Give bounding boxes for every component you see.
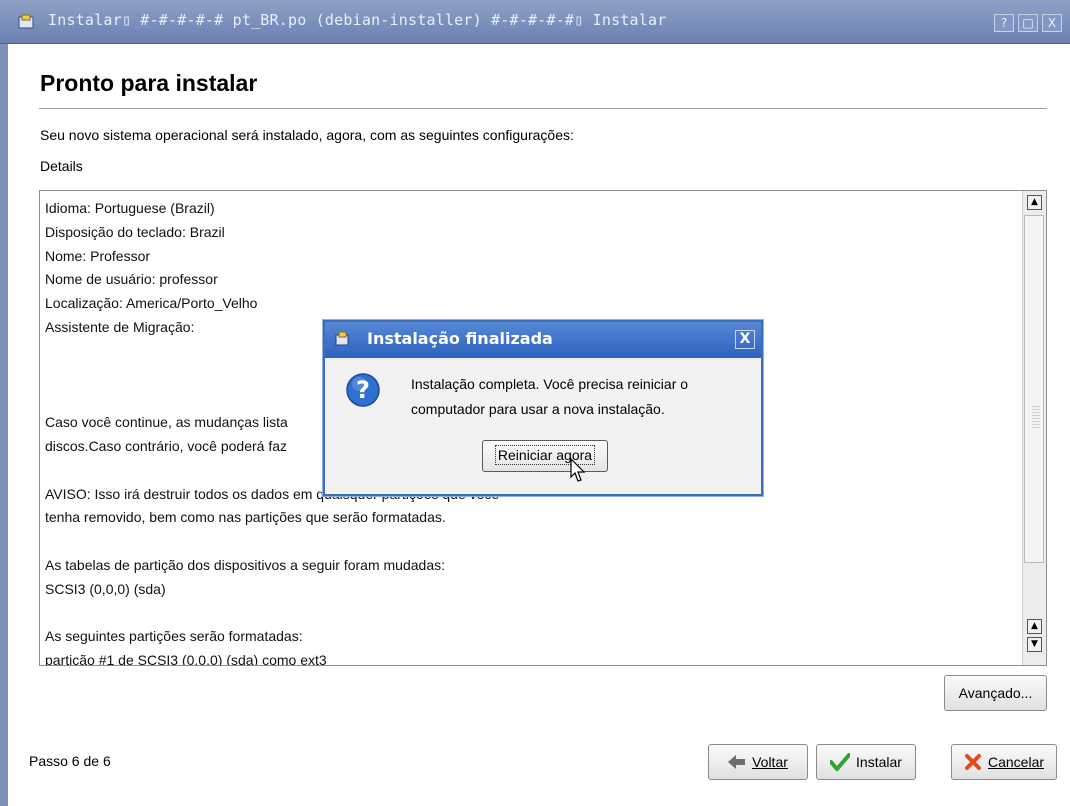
question-icon: ? [346, 373, 380, 407]
window-close-button[interactable]: X [1042, 14, 1062, 32]
install-button-label: Instalar [856, 754, 902, 770]
details-scrollbar[interactable]: ▲ ▲ ▼ [1022, 191, 1046, 665]
cancel-button[interactable]: Cancelar [951, 744, 1057, 780]
window-title: Instalar▯ #-#-#-#-# pt_BR.po (debian-ins… [48, 11, 667, 29]
mouse-pointer-icon [570, 458, 586, 482]
checkmark-icon [830, 753, 851, 771]
restart-now-button[interactable]: Reiniciar agora [482, 440, 608, 472]
cancel-x-icon [964, 754, 981, 770]
installation-finished-dialog[interactable]: Instalação finalizada X ? Instalação com… [323, 320, 763, 496]
dialog-message: Instalação completa. Você precisa reinic… [411, 376, 689, 417]
intro-text: Seu novo sistema operacional será instal… [40, 127, 574, 143]
back-arrow-icon [728, 755, 746, 769]
cancel-button-label: Cancelar [987, 754, 1045, 770]
scroll-down-arrow-icon[interactable]: ▼ [1027, 637, 1042, 652]
scrollbar-thumb[interactable] [1024, 215, 1044, 563]
window-frame [0, 44, 8, 806]
step-indicator: Passo 6 de 6 [29, 753, 111, 769]
dialog-titlebar[interactable]: Instalação finalizada X [325, 322, 761, 358]
details-label: Details [40, 158, 83, 174]
scroll-up-arrow-icon[interactable]: ▲ [1027, 195, 1042, 210]
installer-app-icon-small [335, 331, 349, 346]
advanced-button-label: Avançado... [958, 685, 1033, 701]
scroll-up-arrow-icon-bottom[interactable]: ▲ [1027, 619, 1042, 634]
maximize-button[interactable]: □ [1018, 14, 1038, 32]
advanced-button[interactable]: Avançado... [944, 675, 1047, 711]
install-button[interactable]: Instalar [816, 744, 916, 780]
title-divider [39, 108, 1047, 109]
dialog-close-button[interactable]: X [735, 330, 755, 349]
scrollbar-grip [1032, 406, 1040, 430]
back-button-label: Voltar [752, 754, 788, 770]
page-title: Pronto para instalar [40, 70, 258, 96]
installer-app-icon [18, 14, 34, 29]
back-button[interactable]: Voltar [708, 744, 808, 780]
svg-text:?: ? [356, 376, 370, 404]
help-button[interactable]: ? [994, 14, 1014, 32]
dialog-title: Instalação finalizada [367, 329, 553, 348]
window-titlebar[interactable]: Instalar▯ #-#-#-#-# pt_BR.po (debian-ins… [0, 0, 1070, 44]
